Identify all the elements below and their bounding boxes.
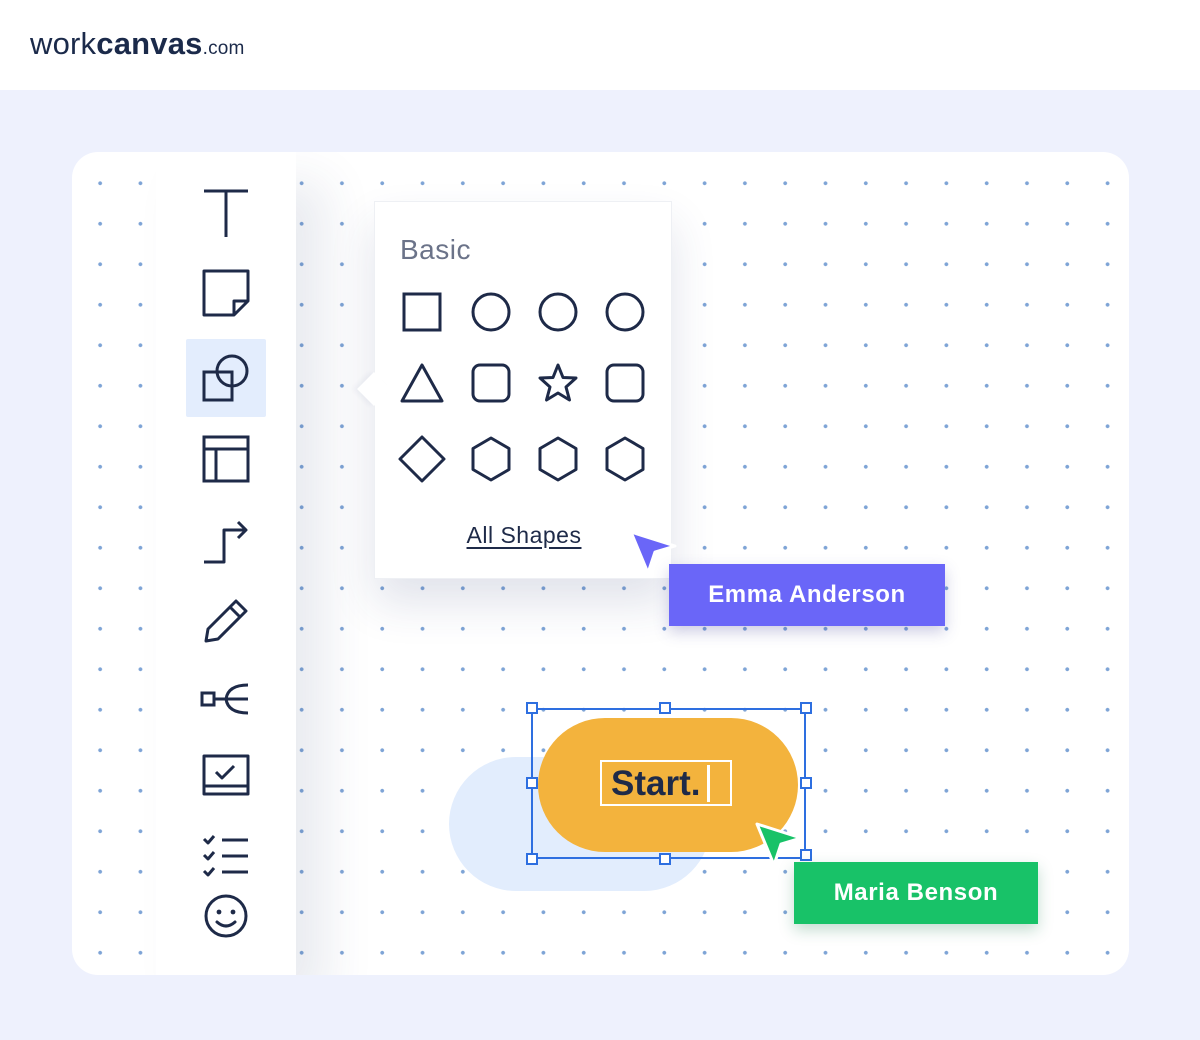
shape-diamond[interactable]	[394, 431, 450, 487]
shape-star[interactable]	[530, 355, 586, 411]
shape-square[interactable]	[394, 284, 450, 340]
shape-hexagon[interactable]	[463, 431, 519, 487]
frame-layout-icon	[202, 435, 250, 483]
frame-tool[interactable]	[186, 420, 266, 498]
shape-rounded-square[interactable]	[463, 355, 519, 411]
triangle-icon	[400, 363, 444, 403]
emoji-tool[interactable]	[186, 877, 266, 955]
resize-handle-top-right[interactable]	[800, 702, 812, 714]
smiley-icon	[204, 894, 248, 938]
top-bar: workcanvas.com	[0, 0, 1200, 90]
start-node-text: Start.	[611, 763, 701, 803]
connector-tool[interactable]	[186, 501, 266, 579]
resize-handle-right[interactable]	[800, 777, 812, 789]
panel-title: Basic	[400, 234, 471, 265]
collaborator-tag-emma: Emma Anderson	[669, 564, 945, 626]
hexagon-icon	[605, 436, 645, 482]
shape-circle[interactable]	[597, 284, 653, 340]
shape-circle[interactable]	[463, 284, 519, 340]
pen-tool[interactable]	[186, 582, 266, 660]
text-caret	[707, 764, 711, 802]
rounded-square-icon	[471, 363, 511, 403]
hexagon-icon	[471, 436, 511, 482]
sticky-note-icon	[202, 269, 250, 317]
resize-handle-bottom-left[interactable]	[526, 853, 538, 865]
shape-triangle[interactable]	[394, 355, 450, 411]
whiteboard-canvas[interactable]: Basic All Shapes Start.	[72, 152, 1129, 975]
mind-map-tool[interactable]	[186, 660, 266, 738]
shape-hexagon[interactable]	[597, 431, 653, 487]
circle-icon	[605, 292, 645, 332]
board-check-icon	[202, 754, 250, 796]
hexagon-icon	[538, 436, 578, 482]
pencil-icon	[204, 599, 248, 643]
mind-map-icon	[200, 683, 249, 715]
resize-handle-top-left[interactable]	[526, 702, 538, 714]
text-tool[interactable]	[186, 174, 266, 252]
shapes-panel: Basic All Shapes	[374, 201, 672, 579]
shape-circle[interactable]	[530, 284, 586, 340]
square-icon	[402, 292, 442, 332]
resize-handle-bottom[interactable]	[659, 853, 671, 865]
shapes-tool[interactable]	[186, 339, 266, 417]
star-icon	[538, 363, 578, 402]
resize-handle-left[interactable]	[526, 777, 538, 789]
circle-icon	[471, 292, 511, 332]
rounded-square-icon	[605, 363, 645, 403]
shape-hexagon[interactable]	[530, 431, 586, 487]
collaborator-tag-maria: Maria Benson	[794, 862, 1038, 924]
start-text-box[interactable]: Start.	[600, 760, 732, 806]
template-tool[interactable]	[186, 737, 266, 815]
brand-logo[interactable]: workcanvas.com	[30, 28, 245, 59]
resize-handle-top[interactable]	[659, 702, 671, 714]
text-t-icon	[204, 189, 248, 237]
connector-arrow-icon	[204, 520, 248, 564]
tool-sidebar	[156, 152, 296, 975]
circle-icon	[538, 292, 578, 332]
sticky-note-tool[interactable]	[186, 254, 266, 332]
shape-rounded-square[interactable]	[597, 355, 653, 411]
shapes-icon	[202, 354, 249, 402]
checklist-icon	[202, 835, 248, 877]
diamond-icon	[398, 435, 446, 483]
